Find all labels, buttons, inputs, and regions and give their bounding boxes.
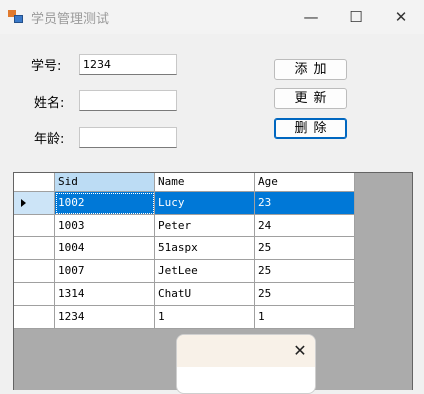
close-button[interactable]: ✕ (378, 0, 424, 34)
sid-label: 学号: (31, 59, 62, 74)
delete-button[interactable]: 删除 (274, 118, 347, 139)
row-header[interactable] (14, 215, 55, 237)
row-header[interactable] (14, 283, 55, 306)
row-header[interactable] (14, 260, 55, 283)
maximize-button[interactable]: ☐ (333, 0, 379, 34)
table-cell-age[interactable]: 1 (255, 306, 355, 329)
sid-input[interactable] (79, 54, 177, 75)
name-label: 姓名: (34, 96, 65, 111)
table-cell-age[interactable]: 25 (255, 283, 355, 306)
grid-corner-header[interactable] (14, 173, 55, 192)
table-cell-name[interactable]: Lucy (155, 192, 255, 215)
table-cell-age[interactable]: 24 (255, 215, 355, 237)
table-cell-sid[interactable]: 1007 (55, 260, 155, 283)
column-header-age[interactable]: Age (255, 173, 355, 192)
app-icon (8, 10, 24, 24)
table-cell-age[interactable]: 25 (255, 237, 355, 260)
table-cell-name[interactable]: ChatU (155, 283, 255, 306)
add-button[interactable]: 添加 (274, 59, 347, 80)
table-cell-name[interactable]: JetLee (155, 260, 255, 283)
row-header[interactable] (14, 306, 55, 329)
window-title: 学员管理测试 (31, 12, 110, 27)
table-cell-name[interactable]: Peter (155, 215, 255, 237)
title-bar: 学员管理测试 — ☐ ✕ (0, 0, 424, 34)
name-input[interactable] (79, 90, 177, 111)
popup-window: ✕ (176, 334, 316, 394)
current-row-arrow-icon (21, 199, 26, 207)
age-input[interactable] (79, 127, 177, 148)
minimize-button[interactable]: — (288, 0, 334, 34)
table-cell-age[interactable]: 25 (255, 260, 355, 283)
column-header-name[interactable]: Name (155, 173, 255, 192)
table-cell-age[interactable]: 23 (255, 192, 355, 215)
popup-close-button[interactable]: ✕ (287, 338, 313, 364)
table-cell-sid[interactable]: 1003 (55, 215, 155, 237)
row-header[interactable] (14, 237, 55, 260)
age-label: 年龄: (34, 132, 65, 147)
table-cell-sid[interactable]: 1004 (55, 237, 155, 260)
table-cell-name[interactable]: 51aspx (155, 237, 255, 260)
column-header-sid[interactable]: Sid (55, 173, 155, 192)
table-cell-sid[interactable]: 1002 (55, 192, 155, 215)
update-button[interactable]: 更新 (274, 88, 347, 109)
row-header[interactable] (14, 192, 55, 215)
table-cell-sid[interactable]: 1314 (55, 283, 155, 306)
table-cell-sid[interactable]: 1234 (55, 306, 155, 329)
table-cell-name[interactable]: 1 (155, 306, 255, 329)
